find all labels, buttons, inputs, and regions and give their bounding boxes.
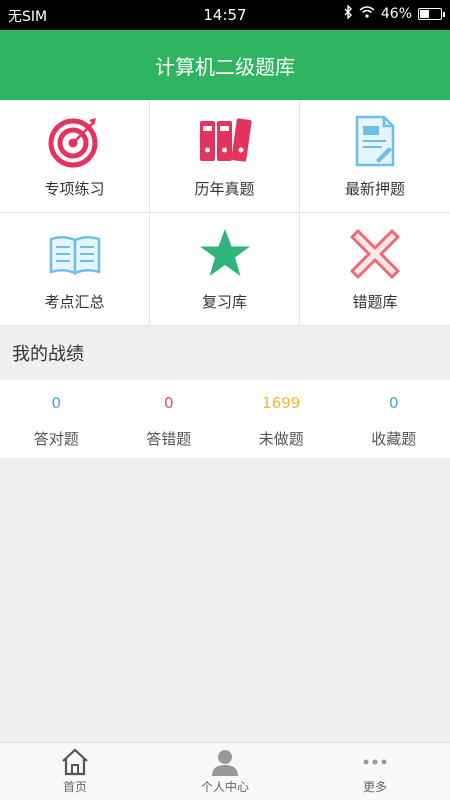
menu-grid: 专项练习 历年真题 最新押题 考点汇总 复习库 错题库 — [0, 100, 450, 326]
stat-favorites[interactable]: 0 收藏题 — [338, 380, 450, 458]
menu-item-label: 最新押题 — [344, 179, 405, 198]
open-book-icon — [48, 227, 102, 281]
stat-value: 0 — [388, 394, 399, 412]
status-icons: 46% — [343, 4, 445, 23]
stat-label: 答对题 — [33, 430, 79, 448]
home-icon — [60, 748, 90, 776]
tab-profile[interactable]: 个人中心 — [150, 743, 300, 800]
battery-fill — [420, 10, 429, 18]
stat-label: 未做题 — [258, 430, 304, 448]
stat-value: 0 — [51, 394, 62, 412]
stat-value: 1699 — [262, 394, 301, 412]
document-edit-icon — [348, 114, 402, 168]
bottom-tab-bar: 首页 个人中心 更多 — [0, 742, 450, 800]
record-title: 我的战绩 — [12, 344, 84, 365]
stat-undone[interactable]: 1699 未做题 — [225, 380, 338, 458]
star-icon — [198, 227, 252, 281]
tab-label: 更多 — [362, 780, 387, 794]
battery-icon — [418, 8, 445, 20]
menu-item-label: 复习库 — [201, 292, 247, 311]
wifi-icon — [359, 6, 375, 22]
menu-item-past-exams[interactable]: 历年真题 — [150, 100, 300, 213]
target-icon — [48, 114, 102, 168]
more-dots-icon — [360, 748, 390, 776]
tab-home[interactable]: 首页 — [0, 743, 150, 800]
bluetooth-icon — [343, 4, 353, 23]
menu-item-label: 历年真题 — [194, 179, 255, 198]
stat-value: 0 — [163, 394, 174, 412]
menu-item-label: 考点汇总 — [44, 292, 105, 311]
tab-more[interactable]: 更多 — [300, 743, 450, 800]
page-title: 计算机二级题库 — [155, 54, 295, 79]
menu-item-latest-predictions[interactable]: 最新押题 — [300, 100, 450, 213]
menu-item-review-bank[interactable]: 复习库 — [150, 213, 300, 326]
menu-item-wrong-bank[interactable]: 错题库 — [300, 213, 450, 326]
x-mark-icon — [348, 227, 402, 281]
section-title: 我的战绩 — [0, 326, 450, 380]
person-icon — [210, 748, 240, 776]
app-header: 计算机二级题库 — [0, 30, 450, 100]
menu-item-label: 错题库 — [352, 292, 398, 311]
menu-item-key-points[interactable]: 考点汇总 — [0, 213, 150, 326]
stat-correct[interactable]: 0 答对题 — [0, 380, 113, 458]
battery-percent: 46% — [380, 6, 412, 22]
menu-item-special-practice[interactable]: 专项练习 — [0, 100, 150, 213]
menu-item-label: 专项练习 — [44, 179, 105, 198]
tab-label: 个人中心 — [200, 780, 249, 794]
tab-label: 首页 — [62, 780, 87, 794]
stat-wrong[interactable]: 0 答错题 — [113, 380, 226, 458]
stat-label: 答错题 — [146, 430, 192, 448]
stat-label: 收藏题 — [371, 430, 417, 448]
status-bar: 无SIM 14:57 46% — [0, 0, 450, 30]
binders-icon — [198, 114, 252, 168]
stats-row: 0 答对题 0 答错题 1699 未做题 0 收藏题 — [0, 380, 450, 458]
